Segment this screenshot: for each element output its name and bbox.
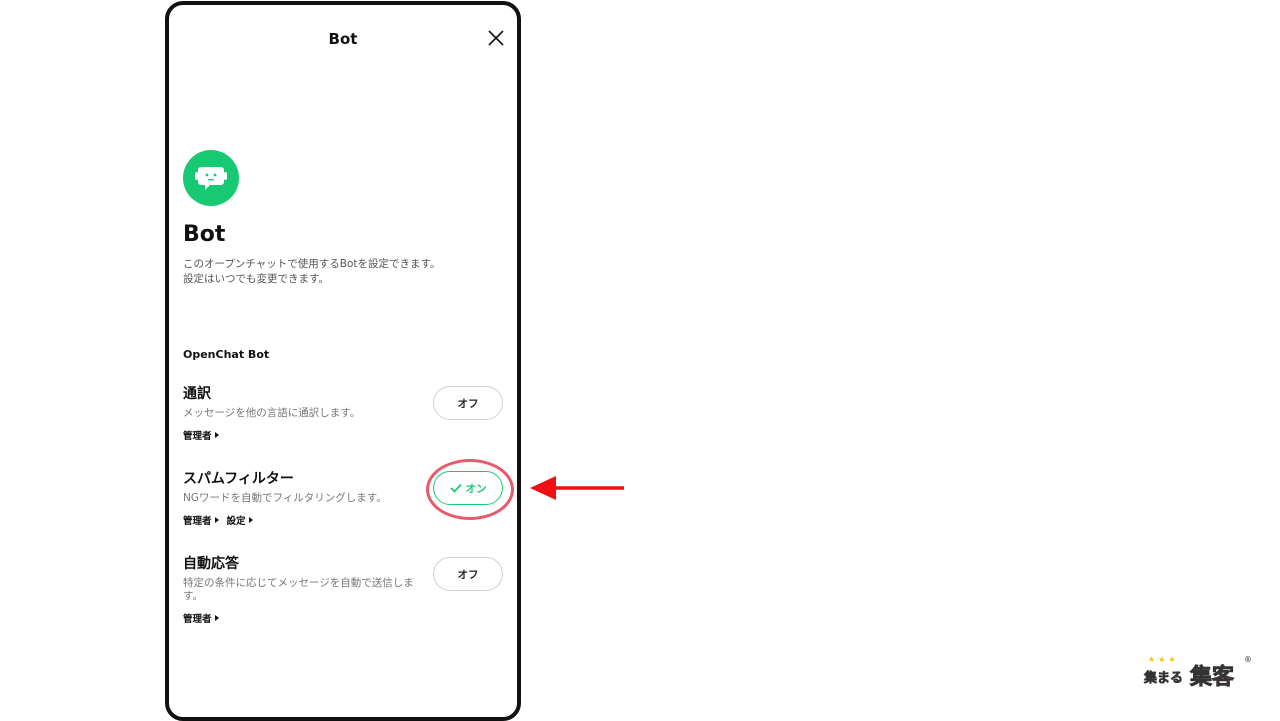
red-arrow-icon <box>530 476 624 500</box>
brand-logo: ★★★ 集まる 集客 ® <box>1140 655 1256 691</box>
close-icon <box>488 30 504 46</box>
robot-icon <box>195 167 227 190</box>
chevron-right-icon <box>214 432 219 438</box>
page-title: Bot <box>183 222 226 247</box>
logo-text-b: 集客 <box>1190 665 1235 691</box>
logo-reg-mark: ® <box>1244 655 1252 664</box>
item-description: メッセージを他の言語に通訳します。 <box>183 407 361 419</box>
item-links: 管理者 <box>183 611 503 625</box>
logo-stars: ★★★ <box>1148 655 1179 664</box>
item-links: 管理者 <box>183 428 503 442</box>
header-title: Bot <box>328 30 358 48</box>
phone-frame: Bot Bot このオープンチャットで使用するBotを設定できます。設定はいつで… <box>165 1 521 721</box>
logo-text-a: 集まる <box>1144 671 1184 687</box>
admin-link[interactable]: 管理者 <box>183 428 219 442</box>
item-description: 特定の条件に応じてメッセージを自動で送信します。 <box>183 577 414 602</box>
admin-link[interactable]: 管理者 <box>183 513 219 527</box>
chevron-right-icon <box>214 615 219 621</box>
auto-reply-toggle[interactable]: オフ <box>433 557 503 591</box>
translate-toggle[interactable]: オフ <box>433 386 503 420</box>
highlight-ring <box>426 459 514 520</box>
section-label: OpenChat Bot <box>183 348 270 361</box>
bot-avatar <box>183 150 239 206</box>
bot-item-auto-reply: 自動応答 特定の条件に応じてメッセージを自動で送信します。 管理者 オフ <box>183 553 503 625</box>
admin-link[interactable]: 管理者 <box>183 611 219 625</box>
bot-item-translate: 通訳 メッセージを他の言語に通訳します。 管理者 オフ <box>183 383 503 442</box>
item-description: NGワードを自動でフィルタリングします。 <box>183 492 387 504</box>
close-button[interactable] <box>487 29 505 47</box>
chevron-right-icon <box>214 517 219 523</box>
page-description: このオープンチャットで使用するBotを設定できます。設定はいつでも変更できます。 <box>183 258 441 285</box>
settings-link[interactable]: 設定 <box>227 513 253 527</box>
chevron-right-icon <box>248 517 253 523</box>
